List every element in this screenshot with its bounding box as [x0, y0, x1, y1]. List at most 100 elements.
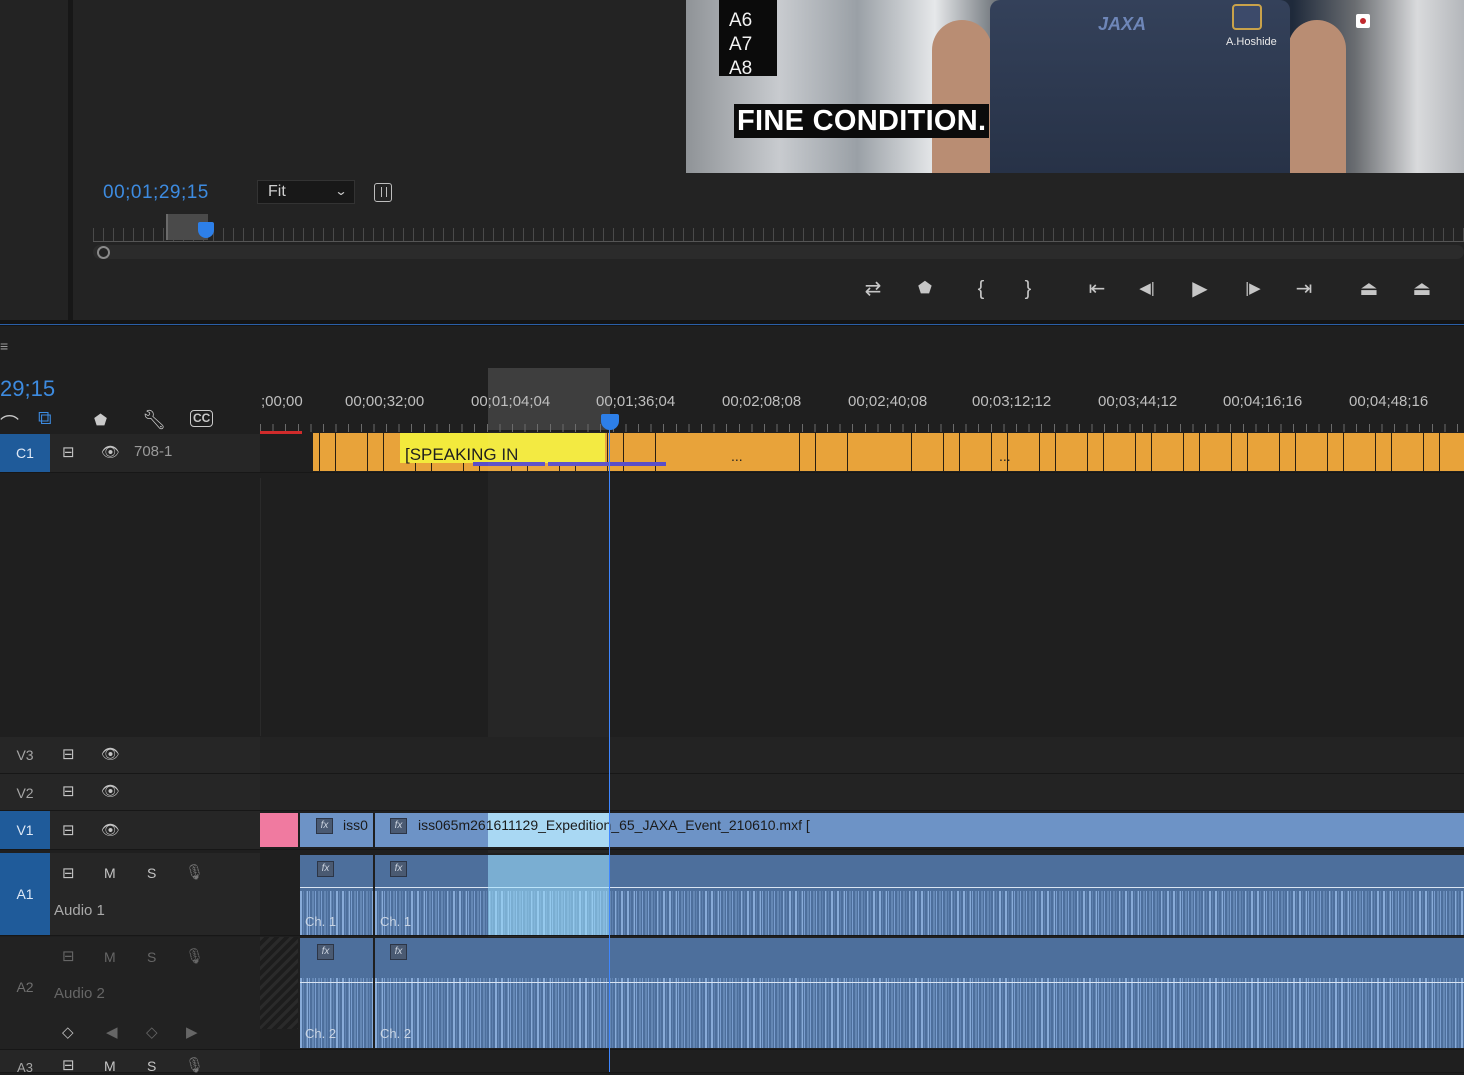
channel-item: A8 [729, 58, 753, 79]
fx-badge-icon[interactable]: fx [316, 818, 333, 834]
video-clip-name: iss065m261611129_Expedition_65_JAXA_Even… [418, 817, 810, 833]
track-target-v1[interactable]: V1 [0, 811, 50, 849]
track-target-v2[interactable]: V2 [0, 785, 50, 801]
focus-indicator [0, 324, 1464, 325]
mute-button[interactable]: M [104, 865, 116, 881]
sync-lock-icon[interactable]: ⊟ [62, 947, 75, 965]
add-keyframe-icon[interactable]: ◇ [146, 1023, 158, 1041]
track-lane-a3 [260, 1050, 1464, 1073]
caption-clip-ellipsis: ... [731, 448, 743, 464]
track-target-v3[interactable]: V3 [0, 747, 50, 763]
caption-clip-segment[interactable] [860, 433, 908, 471]
ruler-label: 00;04;16;16 [1223, 393, 1303, 410]
track-target-c1[interactable]: C1 [0, 434, 50, 472]
volume-line[interactable] [375, 982, 1464, 983]
lift-button[interactable]: ⏏ [1355, 278, 1383, 300]
track-header-a1: A1 ⊟ M S 🎙︎ Audio 1 [0, 853, 260, 936]
name-tag: A.Hoshide [1226, 36, 1277, 48]
ruler-label: 00;03;44;12 [1098, 393, 1178, 410]
channel-label: Ch. 1 [305, 914, 337, 929]
sync-lock-icon[interactable]: ⊟ [62, 782, 75, 800]
monitor-scrollbar[interactable] [93, 245, 1464, 259]
sync-lock-icon[interactable]: ⊟ [62, 821, 75, 839]
track-target-a2[interactable]: A2 [0, 979, 50, 995]
panel-divider[interactable] [68, 0, 73, 320]
step-back-button[interactable]: ◀| [1133, 278, 1161, 300]
audio-clip[interactable] [375, 938, 1464, 1048]
track-target-a1[interactable]: A1 [0, 853, 50, 935]
ruler-label: 00;01;36;04 [596, 393, 676, 410]
settings-icon[interactable] [374, 183, 392, 202]
go-to-out-button[interactable]: ⇥ [1290, 278, 1318, 300]
add-marker-button[interactable]: ⬟ [911, 278, 939, 300]
channel-item: A7 [729, 34, 753, 55]
sync-lock-icon[interactable]: ⊟ [62, 745, 75, 763]
scrollbar-handle[interactable] [97, 246, 110, 259]
linked-selection-icon[interactable]: ⧉ [38, 408, 52, 430]
channel-label: Ch. 2 [305, 1026, 337, 1041]
ruler-label: 00;03;12;12 [972, 393, 1052, 410]
microphone-icon[interactable]: 🎙︎ [185, 947, 204, 965]
sync-lock-icon[interactable]: ⊟ [62, 864, 75, 882]
fx-badge-icon[interactable]: fx [317, 861, 334, 877]
video-preview-arm-left [932, 20, 992, 173]
solo-button[interactable]: S [147, 949, 156, 965]
track-target-a3[interactable]: A3 [0, 1060, 50, 1075]
fx-badge-icon[interactable]: fx [317, 944, 334, 960]
keyframe-toggle-icon[interactable]: ◇ [62, 1023, 74, 1041]
eye-icon[interactable]: 👁︎ [101, 782, 120, 800]
mute-button[interactable]: M [104, 949, 116, 965]
panel-menu-icon[interactable]: ≡ [0, 338, 8, 354]
monitor-playhead[interactable] [198, 222, 214, 238]
disabled-region [260, 937, 298, 1029]
channel-item: A6 [729, 10, 753, 31]
track-name: Audio 1 [54, 902, 105, 919]
track-header-v1: V1 ⊟ 👁︎ [0, 811, 260, 850]
step-forward-button[interactable]: |▶ [1239, 278, 1267, 300]
ruler-label: 00;01;04;04 [471, 393, 551, 410]
marker-icon[interactable]: ⬟ [94, 411, 107, 429]
caption-overlay: FINE CONDITION. [734, 104, 990, 138]
playhead-timecode[interactable]: 00;01;29;15 [103, 182, 209, 204]
timeline-timecode[interactable]: 29;15 [0, 376, 55, 402]
track-header-a3: A3 ⊟ M S 🎙︎ [0, 1050, 260, 1075]
mission-patch [1232, 4, 1262, 30]
insert-button[interactable]: ⇄ [859, 278, 887, 300]
sync-lock-icon[interactable]: ⊟ [62, 443, 75, 461]
go-to-in-button[interactable]: ⇤ [1083, 278, 1111, 300]
wrench-icon[interactable]: 🔧︎ [142, 408, 166, 432]
ruler-label: ;00;00 [261, 393, 303, 410]
snap-icon[interactable]: ⌒ [0, 410, 19, 437]
eye-icon[interactable]: 👁︎ [101, 821, 120, 839]
fx-badge-icon[interactable]: fx [390, 861, 407, 877]
eye-icon[interactable]: 👁︎ [101, 443, 120, 461]
mark-out-button[interactable]: } [1014, 278, 1042, 300]
extract-button[interactable]: ⏏ [1408, 278, 1436, 300]
shirt-logo: JAXA [1098, 14, 1147, 34]
next-keyframe-icon[interactable]: ▶ [186, 1023, 198, 1041]
sync-lock-icon[interactable]: ⊟ [62, 1056, 75, 1074]
color-matte-clip[interactable] [260, 813, 298, 847]
previous-keyframe-icon[interactable]: ◀ [106, 1023, 118, 1041]
play-button[interactable]: ▶ [1186, 278, 1214, 300]
microphone-icon[interactable]: 🎙︎ [185, 1056, 204, 1074]
fx-badge-icon[interactable]: fx [390, 944, 407, 960]
volume-line[interactable] [300, 982, 373, 983]
audio-waveform [375, 978, 1464, 1048]
monitor-time-ruler[interactable] [93, 228, 1464, 242]
mark-in-button[interactable]: { [967, 278, 995, 300]
channel-label: Ch. 1 [380, 914, 412, 929]
microphone-icon[interactable]: 🎙︎ [185, 863, 204, 881]
track-name: 708-1 [134, 443, 173, 460]
track-header-c1: C1 ⊟ 👁︎ 708-1 [0, 434, 260, 473]
eye-icon[interactable]: 👁︎ [101, 745, 120, 763]
chevron-down-icon: ⌄ [334, 184, 348, 198]
fx-badge-icon[interactable]: fx [390, 818, 407, 834]
captions-icon[interactable]: CC [190, 410, 214, 427]
solo-button[interactable]: S [147, 865, 156, 881]
playhead-line[interactable] [609, 428, 610, 1072]
ruler-label: 00;00;32;00 [345, 393, 425, 410]
caption-clip-segment[interactable] [668, 433, 768, 471]
monitor-ruler-baseline [93, 241, 1464, 242]
volume-line[interactable] [300, 887, 373, 888]
